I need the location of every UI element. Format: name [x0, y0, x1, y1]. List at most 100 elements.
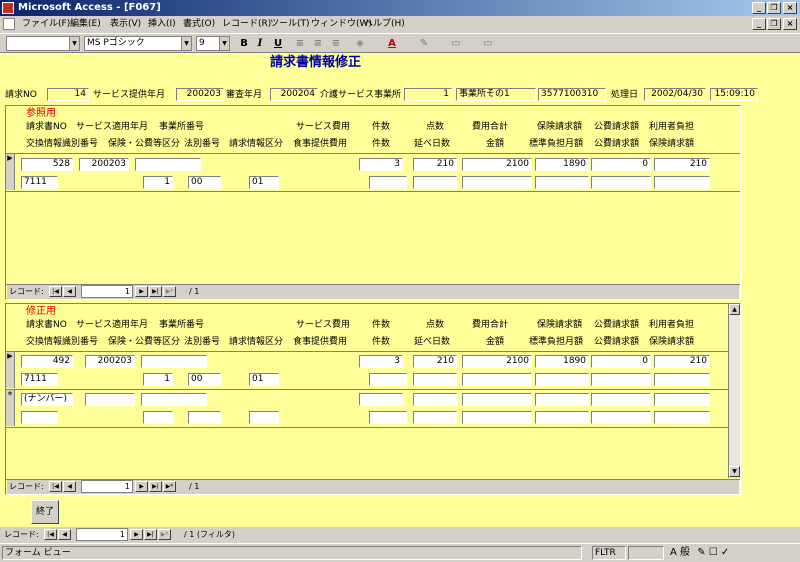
- new-amount[interactable]: [462, 411, 532, 424]
- new-count-2[interactable]: [369, 411, 407, 424]
- first-record-button[interactable]: |◀: [49, 286, 62, 297]
- mod-standard-burden[interactable]: [535, 373, 589, 386]
- doc-close-button[interactable]: ×: [783, 18, 797, 30]
- new-exchange-id[interactable]: [21, 411, 58, 424]
- line-color-icon[interactable]: ✎: [416, 36, 432, 52]
- new-public-2[interactable]: [591, 411, 651, 424]
- next-record-button[interactable]: ▶: [130, 529, 143, 540]
- new-record-button[interactable]: ▶*: [158, 529, 171, 540]
- mod-provider-no[interactable]: [141, 355, 207, 368]
- ref-amount[interactable]: [462, 176, 532, 189]
- mod-category[interactable]: 1: [143, 373, 173, 386]
- bold-button[interactable]: B: [236, 36, 252, 52]
- main-record-number[interactable]: 1: [76, 528, 128, 541]
- mod-public-2[interactable]: [591, 373, 651, 386]
- new-public[interactable]: [591, 393, 651, 406]
- mod-record-number[interactable]: 1: [81, 480, 133, 493]
- menu-view[interactable]: 表示(V): [110, 18, 141, 30]
- menu-format[interactable]: 書式(O): [183, 18, 215, 30]
- access-app-icon[interactable]: [2, 2, 14, 14]
- fill-color-icon[interactable]: ◈: [352, 36, 368, 52]
- new-days[interactable]: [413, 411, 457, 424]
- new-category[interactable]: [143, 411, 173, 424]
- new-law-no[interactable]: [188, 411, 221, 424]
- service-month-field[interactable]: 200203: [176, 88, 224, 101]
- align-right-icon[interactable]: ≡: [328, 36, 344, 52]
- provider-code-field[interactable]: 1: [404, 88, 452, 101]
- prev-record-button[interactable]: ◀: [58, 529, 71, 540]
- ref-service-month[interactable]: 200203: [79, 158, 129, 171]
- italic-button[interactable]: I: [252, 36, 268, 52]
- new-provider-no[interactable]: [141, 393, 207, 406]
- first-record-button[interactable]: |◀: [49, 481, 62, 492]
- menu-help[interactable]: ヘルプ(H): [364, 18, 405, 30]
- next-record-button[interactable]: ▶: [135, 286, 148, 297]
- menu-tools[interactable]: ツール(T): [270, 18, 310, 30]
- align-center-icon[interactable]: ≡: [310, 36, 326, 52]
- new-record-selector[interactable]: *: [6, 390, 15, 426]
- process-time-field[interactable]: 15:09:10: [710, 88, 758, 101]
- mod-invoice-no[interactable]: 492: [21, 355, 73, 368]
- next-record-button[interactable]: ▶: [135, 481, 148, 492]
- underline-button[interactable]: U: [270, 36, 286, 52]
- claim-no-field[interactable]: 14: [47, 88, 89, 101]
- mod-insurance[interactable]: 1890: [535, 355, 589, 368]
- ref-days[interactable]: [413, 176, 457, 189]
- close-button[interactable]: ×: [783, 2, 797, 14]
- exit-button[interactable]: 終了: [31, 500, 59, 524]
- mod-claim-cat[interactable]: 01: [249, 373, 279, 386]
- mod-amount[interactable]: [462, 373, 532, 386]
- special-effect-icon[interactable]: ▭: [480, 36, 496, 52]
- prev-record-button[interactable]: ◀: [63, 481, 76, 492]
- prev-record-button[interactable]: ◀: [63, 286, 76, 297]
- ref-user-pay[interactable]: 210: [654, 158, 710, 171]
- vertical-scrollbar[interactable]: ▲ ▼: [728, 304, 740, 478]
- mod-public[interactable]: 0: [591, 355, 651, 368]
- form-icon[interactable]: [3, 18, 15, 30]
- minimize-button[interactable]: _: [752, 2, 766, 14]
- chevron-down-icon[interactable]: ▼: [69, 37, 79, 50]
- ref-law-no[interactable]: 00: [188, 176, 221, 189]
- mod-points[interactable]: 210: [413, 355, 457, 368]
- mod-days[interactable]: [413, 373, 457, 386]
- font-color-icon[interactable]: A: [384, 36, 400, 52]
- mod-count-2[interactable]: [369, 373, 407, 386]
- new-record-button[interactable]: ▶*: [163, 286, 176, 297]
- new-points[interactable]: [413, 393, 457, 406]
- new-service-month[interactable]: [85, 393, 135, 406]
- menu-edit[interactable]: 編集(E): [70, 18, 101, 30]
- ref-standard-burden[interactable]: [535, 176, 589, 189]
- doc-minimize-button[interactable]: _: [752, 18, 766, 30]
- mod-exchange-id[interactable]: 7111: [21, 373, 58, 386]
- provider-no-field[interactable]: 3577100310: [538, 88, 606, 101]
- record-selector[interactable]: ▶: [6, 154, 15, 190]
- new-invoice-no[interactable]: (ナンバー): [21, 393, 73, 406]
- doc-restore-button[interactable]: ❐: [767, 18, 781, 30]
- ref-invoice-no[interactable]: 528: [21, 158, 73, 171]
- menu-records[interactable]: レコード(R): [222, 18, 271, 30]
- ref-exchange-id[interactable]: 7111: [21, 176, 58, 189]
- chevron-down-icon[interactable]: ▼: [219, 37, 229, 50]
- mod-service-month[interactable]: 200203: [85, 355, 135, 368]
- mod-user-pay[interactable]: 210: [654, 355, 710, 368]
- mod-law-no[interactable]: 00: [188, 373, 221, 386]
- new-record-button[interactable]: ▶*: [163, 481, 176, 492]
- mod-insurance-2[interactable]: [654, 373, 710, 386]
- ref-insurance-2[interactable]: [654, 176, 710, 189]
- align-left-icon[interactable]: ≡: [292, 36, 308, 52]
- ref-insurance[interactable]: 1890: [535, 158, 589, 171]
- restore-button[interactable]: ❐: [767, 2, 781, 14]
- ref-points[interactable]: 210: [413, 158, 457, 171]
- new-standard-burden[interactable]: [535, 411, 589, 424]
- object-combo[interactable]: ▼: [6, 36, 80, 51]
- mod-count[interactable]: 3: [359, 355, 403, 368]
- menu-window[interactable]: ウィンドウ(W): [311, 18, 372, 30]
- new-claim-cat[interactable]: [249, 411, 279, 424]
- ref-count[interactable]: 3: [359, 158, 403, 171]
- mod-total[interactable]: 2100: [462, 355, 532, 368]
- font-name-combo[interactable]: MS Pゴシック ▼: [84, 36, 192, 51]
- ref-category[interactable]: 1: [143, 176, 173, 189]
- record-selector[interactable]: ▶: [6, 352, 15, 388]
- line-width-icon[interactable]: ▭: [448, 36, 464, 52]
- font-size-combo[interactable]: 9 ▼: [196, 36, 230, 51]
